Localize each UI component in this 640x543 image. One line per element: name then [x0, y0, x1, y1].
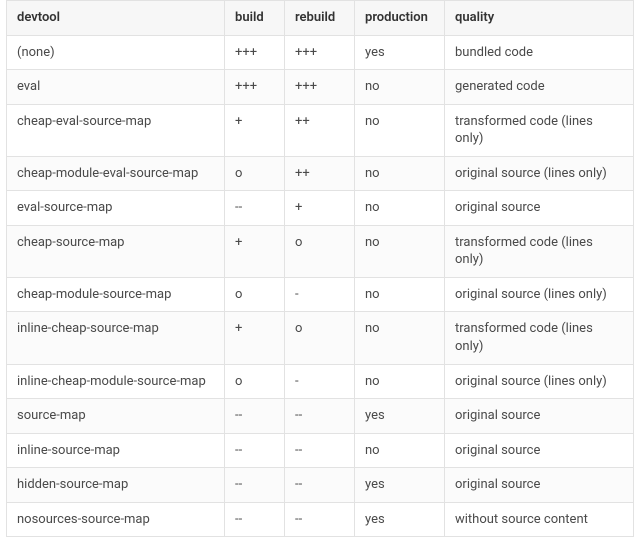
table-row: inline-cheap-source-map+onotransformed c…	[7, 312, 634, 364]
cell-production: no	[355, 156, 445, 191]
cell-build: +++	[225, 35, 285, 70]
cell-devtool: cheap-module-source-map	[7, 277, 225, 312]
cell-rebuild: o	[285, 312, 355, 364]
cell-build: +	[225, 225, 285, 277]
cell-devtool: cheap-source-map	[7, 225, 225, 277]
cell-quality: original source (lines only)	[445, 364, 634, 399]
cell-quality: original source	[445, 433, 634, 468]
cell-build: o	[225, 277, 285, 312]
cell-build: +++	[225, 70, 285, 105]
cell-production: no	[355, 225, 445, 277]
col-build: build	[225, 1, 285, 36]
cell-quality: original source (lines only)	[445, 277, 634, 312]
table-row: cheap-source-map+onotransformed code (li…	[7, 225, 634, 277]
cell-devtool: inline-cheap-module-source-map	[7, 364, 225, 399]
cell-rebuild: +	[285, 191, 355, 226]
cell-devtool: inline-cheap-source-map	[7, 312, 225, 364]
table-row: cheap-module-eval-source-mapo++noorigina…	[7, 156, 634, 191]
cell-devtool: source-map	[7, 399, 225, 434]
table-row: (none)++++++yesbundled code	[7, 35, 634, 70]
cell-build: o	[225, 364, 285, 399]
cell-build: --	[225, 399, 285, 434]
cell-devtool: inline-source-map	[7, 433, 225, 468]
cell-devtool: hidden-source-map	[7, 468, 225, 503]
cell-build: +	[225, 312, 285, 364]
table-body: (none)++++++yesbundled codeeval++++++nog…	[7, 35, 634, 537]
cell-devtool: cheap-module-eval-source-map	[7, 156, 225, 191]
col-quality: quality	[445, 1, 634, 36]
cell-build: --	[225, 191, 285, 226]
cell-rebuild: -	[285, 277, 355, 312]
cell-devtool: eval	[7, 70, 225, 105]
cell-production: no	[355, 191, 445, 226]
table-row: source-map----yesoriginal source	[7, 399, 634, 434]
cell-quality: transformed code (lines only)	[445, 104, 634, 156]
table-row: cheap-eval-source-map+++notransformed co…	[7, 104, 634, 156]
cell-quality: bundled code	[445, 35, 634, 70]
cell-build: --	[225, 433, 285, 468]
cell-devtool: cheap-eval-source-map	[7, 104, 225, 156]
cell-quality: original source	[445, 191, 634, 226]
devtool-table-container: devtool build rebuild production quality…	[0, 0, 640, 543]
col-rebuild: rebuild	[285, 1, 355, 36]
table-row: inline-cheap-module-source-mapo-noorigin…	[7, 364, 634, 399]
cell-build: o	[225, 156, 285, 191]
cell-quality: original source	[445, 399, 634, 434]
cell-rebuild: -	[285, 364, 355, 399]
table-row: eval-source-map--+nooriginal source	[7, 191, 634, 226]
table-row: hidden-source-map----yesoriginal source	[7, 468, 634, 503]
cell-production: no	[355, 104, 445, 156]
cell-rebuild: ++	[285, 104, 355, 156]
cell-rebuild: --	[285, 468, 355, 503]
cell-rebuild: ++	[285, 156, 355, 191]
cell-production: no	[355, 364, 445, 399]
cell-production: yes	[355, 35, 445, 70]
table-row: cheap-module-source-mapo-nooriginal sour…	[7, 277, 634, 312]
cell-production: yes	[355, 468, 445, 503]
cell-rebuild: --	[285, 433, 355, 468]
col-devtool: devtool	[7, 1, 225, 36]
col-production: production	[355, 1, 445, 36]
table-head: devtool build rebuild production quality	[7, 1, 634, 36]
cell-rebuild: --	[285, 399, 355, 434]
cell-production: no	[355, 70, 445, 105]
cell-production: yes	[355, 399, 445, 434]
cell-production: no	[355, 312, 445, 364]
cell-quality: transformed code (lines only)	[445, 312, 634, 364]
cell-rebuild: +++	[285, 70, 355, 105]
table-row: eval++++++nogenerated code	[7, 70, 634, 105]
cell-quality: generated code	[445, 70, 634, 105]
cell-production: no	[355, 433, 445, 468]
table-header-row: devtool build rebuild production quality	[7, 1, 634, 36]
cell-production: no	[355, 277, 445, 312]
cell-devtool: eval-source-map	[7, 191, 225, 226]
cell-devtool: (none)	[7, 35, 225, 70]
table-row: inline-source-map----nooriginal source	[7, 433, 634, 468]
cell-rebuild: o	[285, 225, 355, 277]
cell-quality: original source (lines only)	[445, 156, 634, 191]
cell-rebuild: +++	[285, 35, 355, 70]
cell-build: --	[225, 468, 285, 503]
cell-quality: transformed code (lines only)	[445, 225, 634, 277]
cell-build: +	[225, 104, 285, 156]
devtool-table: devtool build rebuild production quality…	[6, 0, 634, 537]
cell-quality: original source	[445, 468, 634, 503]
